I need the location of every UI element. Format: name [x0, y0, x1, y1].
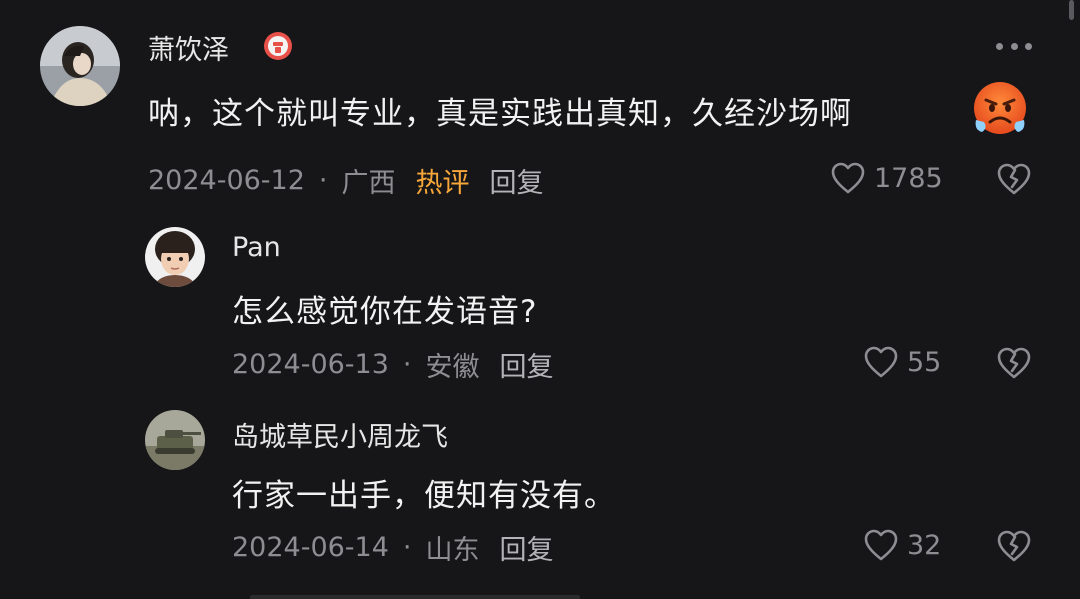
reply-button[interactable]: 回复 [490, 161, 544, 200]
avatar[interactable] [40, 26, 120, 106]
comment-date: 2024-06-13 [232, 349, 389, 380]
user-badge-icon [263, 31, 293, 65]
comment-meta: 2024-06-13 · 安徽 回复 [232, 345, 554, 384]
avatar[interactable] [145, 410, 205, 470]
comment-date: 2024-06-12 [148, 165, 305, 196]
separator: · [402, 532, 412, 563]
separator: · [402, 349, 412, 380]
comment-location: 山东 [425, 535, 480, 566]
dislike-button[interactable] [996, 162, 1032, 200]
like-button[interactable]: 55 [863, 345, 941, 379]
like-count: 32 [907, 529, 942, 561]
avatar[interactable] [145, 227, 205, 287]
comment-meta: 2024-06-14 · 山东 回复 [232, 528, 554, 567]
heart-icon [864, 346, 898, 378]
username[interactable]: 萧饮泽 [148, 28, 229, 67]
comment-text: 行家一出手，便知有没有。 [232, 478, 616, 514]
angry-face-emoji [972, 80, 1028, 140]
comment-text: 怎么感觉你在发语音? [232, 294, 538, 330]
broken-heart-icon [997, 530, 1031, 562]
username[interactable]: Pan [232, 232, 281, 263]
comment-location: 广西 [341, 168, 396, 199]
scroll-indicator[interactable] [1069, 0, 1074, 20]
username[interactable]: 岛城草民小周龙飞 [232, 415, 448, 454]
like-button[interactable]: 32 [863, 528, 941, 562]
dislike-button[interactable] [996, 529, 1032, 567]
reply-button[interactable]: 回复 [500, 345, 554, 384]
comment-location: 安徽 [425, 352, 480, 383]
more-options-icon[interactable] [996, 38, 1032, 54]
hot-comment-badge: 热评 [415, 168, 470, 199]
bottom-edge [250, 595, 580, 599]
broken-heart-icon [997, 347, 1031, 379]
heart-icon [864, 529, 898, 561]
comment-meta: 2024-06-12 · 广西 热评 回复 [148, 161, 544, 200]
reply-button[interactable]: 回复 [500, 528, 554, 567]
like-button[interactable]: 1785 [830, 161, 943, 195]
like-count: 55 [907, 346, 942, 378]
comment-text: 呐，这个就叫专业，真是实践出真知，久经沙场啊 [148, 96, 852, 132]
comment-date: 2024-06-14 [232, 532, 389, 563]
like-count: 1785 [874, 162, 943, 194]
dislike-button[interactable] [996, 346, 1032, 384]
separator: · [318, 165, 328, 196]
broken-heart-icon [997, 163, 1031, 195]
heart-icon [831, 162, 865, 194]
